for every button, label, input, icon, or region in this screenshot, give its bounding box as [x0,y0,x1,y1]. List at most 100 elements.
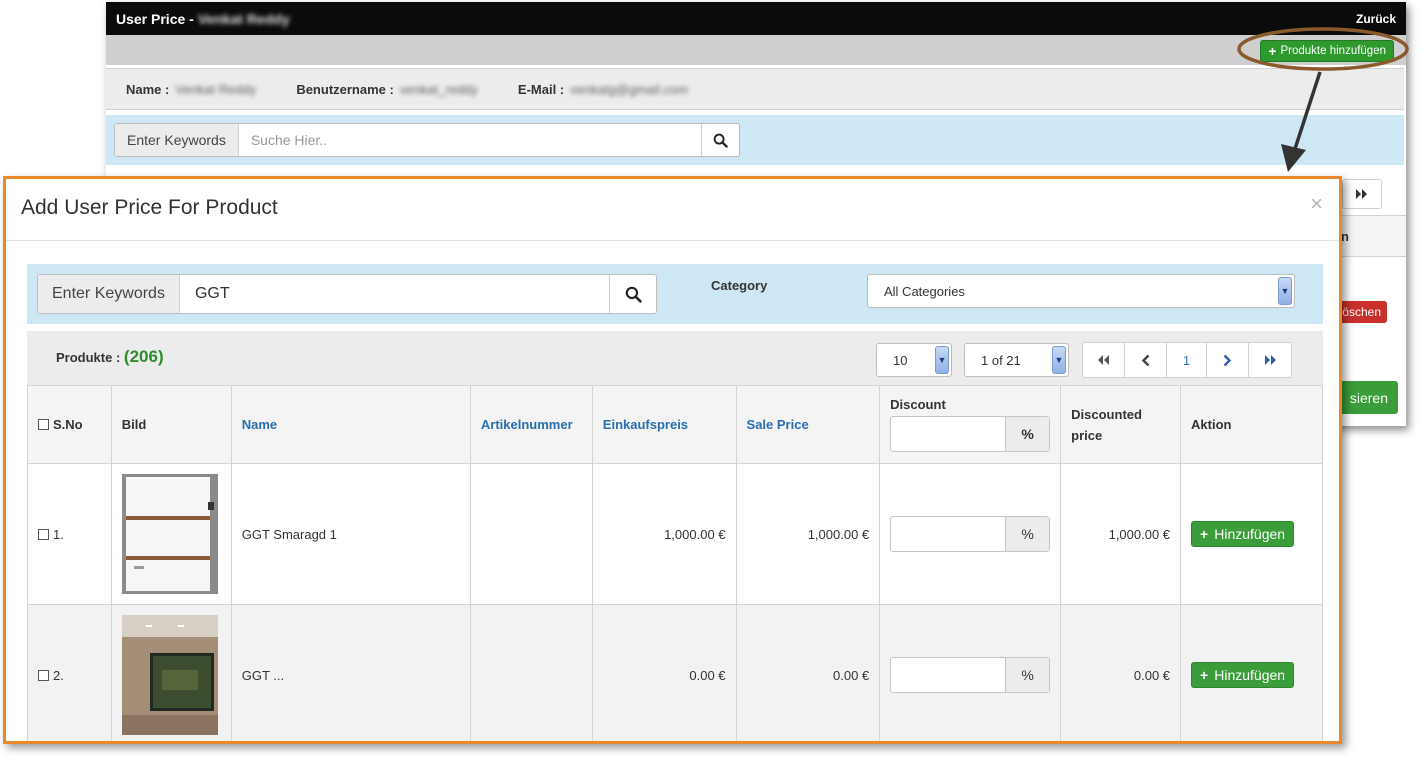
double-chevron-right-icon [1356,189,1367,199]
table-row: 2. GGT ... 0.00 € 0.00 € % 0.00 € + Hinz… [27,604,1323,741]
chevron-down-icon: ▼ [935,346,949,374]
page-size-select[interactable]: 10 ▼ [876,343,952,377]
page-size-value: 10 [893,352,908,368]
products-count: (206) [123,347,164,366]
add-user-price-modal: Add User Price For Product × Enter Keywo… [3,176,1342,744]
row-discounted-price: 0.00 € [1060,604,1182,741]
name-label: Name : [126,81,170,97]
row-article [469,463,593,605]
page-number-select[interactable]: 1 of 21 ▼ [964,343,1069,377]
discount-input[interactable] [891,517,1005,551]
discount-input-group: % [890,516,1051,552]
product-search-group: Enter Keywords GGT [37,274,657,314]
name-column-header[interactable]: Name [230,385,471,464]
page-number-value: 1 of 21 [981,352,1021,368]
row-image-cell [110,463,232,605]
select-all-checkbox[interactable] [38,419,49,430]
background-search-button[interactable] [701,124,739,156]
chevron-right-icon [1223,354,1232,366]
plus-icon: + [1200,667,1209,683]
user-name-field: Name : Venkat Reddy [126,82,256,97]
add-product-label: Hinzufügen [1214,667,1286,683]
chevron-down-icon: ▼ [1278,277,1292,305]
plus-icon: + [1200,526,1209,542]
modal-title: Add User Price For Product [21,196,278,219]
row-checkbox[interactable] [38,669,49,681]
discount-input-group: % [890,657,1051,693]
action-column-header: Aktion [1180,385,1323,464]
add-product-label: Hinzufügen [1214,526,1286,542]
purchase-price-column-header[interactable]: Einkaufspreis [591,385,737,464]
discounted-price-column-header: Discounted price [1060,385,1182,464]
username-label: Benutzername : [296,81,394,97]
row-image-cell [110,604,232,741]
double-chevron-right-icon [1264,355,1276,365]
row-sno-cell: 1. [27,463,112,605]
chevron-down-icon: ▼ [1052,346,1066,374]
double-chevron-left-icon [1098,355,1109,365]
background-last-page-button[interactable] [1342,179,1382,209]
row-sale-price: 0.00 € [735,604,881,741]
search-icon [625,286,642,303]
background-column-fragment: n [1341,229,1349,244]
row-sno: 1. [53,526,64,542]
last-page-button[interactable] [1249,343,1291,377]
next-page-button[interactable] [1207,343,1249,377]
back-link[interactable]: Zurück [1356,12,1396,26]
bulk-discount-input-group: % [890,416,1051,452]
row-discount-cell: % [879,604,1062,741]
product-search-input[interactable]: GGT [180,275,609,313]
previous-page-button[interactable] [1125,343,1167,377]
category-select[interactable]: All Categories ▼ [867,274,1295,308]
background-table-header-fragment: n [1331,215,1406,257]
row-sale-price: 1,000.00 € [735,463,881,605]
discount-input[interactable] [891,658,1005,692]
background-keywords-addon: Enter Keywords [115,124,239,156]
row-checkbox[interactable] [38,528,49,540]
window-toolbar: + Produkte hinzufügen [106,35,1406,65]
modal-header: Add User Price For Product × [6,179,1339,241]
sale-price-column-header[interactable]: Sale Price [735,385,881,464]
background-search-group: Enter Keywords Suche Hier.. [114,123,740,157]
window-title-prefix: User Price - [116,10,194,27]
search-icon [713,133,728,148]
row-sno-cell: 2. [27,604,112,741]
row-purchase-price: 1,000.00 € [591,463,737,605]
row-action-cell: + Hinzufügen [1180,604,1323,741]
category-select-value: All Categories [884,283,965,299]
product-thumbnail-door[interactable] [121,474,218,594]
row-action-cell: + Hinzufügen [1180,463,1323,605]
pagination-control: 1 [1082,342,1292,378]
window-title-username: Venkat Reddy [197,10,290,27]
row-purchase-price: 0.00 € [591,604,737,741]
window-title: User Price - Venkat Reddy [116,11,290,27]
screenshot-stage: User Price - Venkat Reddy Zurück + Produ… [0,0,1423,767]
close-icon[interactable]: × [1310,191,1323,217]
background-search-band: Enter Keywords Suche Hier.. [106,115,1404,165]
username-field: Benutzername : venkat_reddy [296,82,478,97]
sno-header-label: S.No [53,417,83,432]
add-product-button[interactable]: + Hinzufügen [1191,521,1295,547]
first-page-button[interactable] [1083,343,1125,377]
email-field: E-Mail : venkatg@gmail.com [518,82,688,97]
image-column-header: Bild [110,385,232,464]
row-discount-cell: % [879,463,1062,605]
name-value: Venkat Reddy [175,81,257,97]
article-column-header[interactable]: Artikelnummer [469,385,593,464]
add-product-button[interactable]: + Hinzufügen [1191,662,1295,688]
category-label: Category [711,278,768,293]
pagination-band: Produkte : (206) 10 ▼ 1 of 21 ▼ 1 [27,331,1323,385]
filter-band: Enter Keywords GGT Category All Categori… [27,264,1323,324]
page-number-button[interactable]: 1 [1167,343,1207,377]
user-info-bar: Name : Venkat Reddy Benutzername : venka… [106,68,1404,110]
keywords-addon: Enter Keywords [38,275,180,313]
product-thumbnail-room[interactable] [121,615,218,735]
discount-header-label: Discount [890,397,946,412]
background-search-input[interactable]: Suche Hier.. [239,124,701,156]
discount-column-header: Discount % [879,385,1062,464]
add-products-button[interactable]: + Produkte hinzufügen [1260,40,1394,62]
table-header-row: S.No Bild Name Artikelnummer Einkaufspre… [27,385,1323,464]
product-search-button[interactable] [609,275,656,313]
sno-column-header: S.No [27,385,112,464]
bulk-discount-input[interactable] [891,417,1005,451]
